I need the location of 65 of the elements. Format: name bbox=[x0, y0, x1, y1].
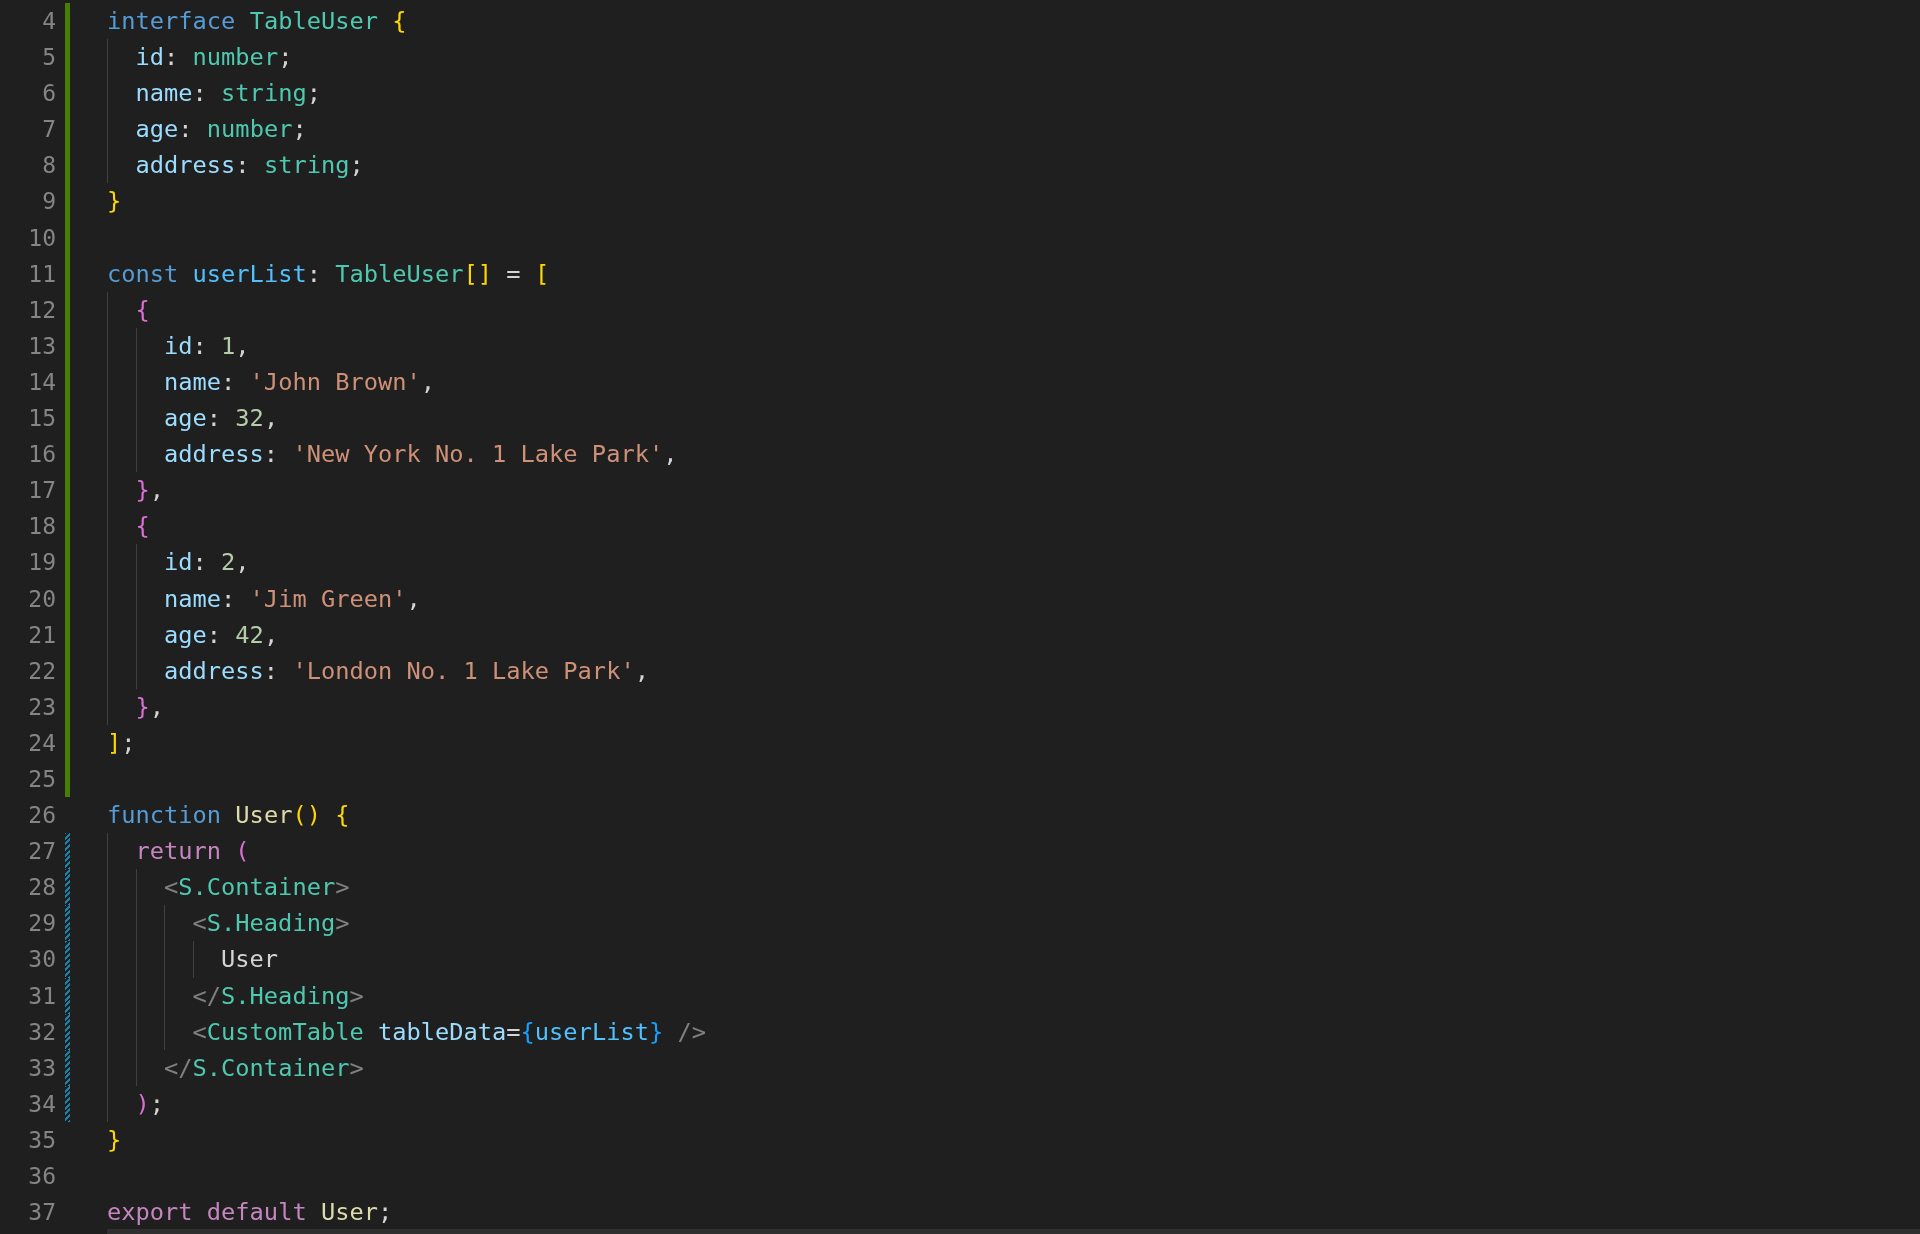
code-line: export default User; bbox=[107, 1197, 393, 1229]
line-number: 29 bbox=[27, 909, 56, 939]
line-number: 22 bbox=[27, 656, 56, 686]
line-number: 28 bbox=[27, 873, 56, 903]
line-number: 25 bbox=[27, 764, 56, 794]
code-line: address: 'London No. 1 Lake Park', bbox=[164, 655, 649, 687]
line-number: 34 bbox=[27, 1089, 56, 1119]
code-line: const userList: TableUser[] = [ bbox=[107, 258, 550, 290]
code-line: id: 2, bbox=[164, 547, 250, 579]
code-line: <S.Container> bbox=[164, 872, 350, 904]
code-line: User bbox=[221, 944, 279, 976]
code-line: name: 'Jim Green', bbox=[164, 583, 421, 615]
line-number: 17 bbox=[27, 476, 56, 506]
code-line: </S.Heading> bbox=[192, 980, 364, 1012]
code-line: interface TableUser { bbox=[107, 6, 407, 37]
line-number: 18 bbox=[27, 512, 56, 542]
code-line: </S.Container> bbox=[164, 1052, 364, 1084]
code-line: }, bbox=[135, 475, 165, 507]
code-line: age: 42, bbox=[164, 619, 279, 651]
line-number: 26 bbox=[27, 801, 56, 831]
code-line: name: 'John Brown', bbox=[164, 366, 435, 398]
line-number: 10 bbox=[27, 223, 56, 253]
code-line: ); bbox=[135, 1088, 165, 1120]
line-number: 14 bbox=[27, 367, 56, 397]
line-number: 8 bbox=[41, 151, 56, 181]
code-line: age: number; bbox=[135, 114, 307, 146]
line-number: 12 bbox=[27, 295, 56, 325]
code-line: ]; bbox=[107, 727, 136, 759]
line-number: 33 bbox=[27, 1053, 56, 1083]
code-line: function User() { bbox=[107, 800, 350, 832]
line-number: 11 bbox=[27, 259, 56, 289]
line-number: 9 bbox=[41, 187, 56, 217]
code-line: id: number; bbox=[135, 42, 293, 74]
code-line: return ( bbox=[135, 836, 250, 868]
line-number: 30 bbox=[27, 945, 56, 975]
code-line: }, bbox=[135, 691, 165, 723]
line-number: 4 bbox=[41, 7, 56, 36]
line-number: 13 bbox=[27, 331, 56, 361]
code-line: age: 32, bbox=[164, 403, 279, 435]
line-number: 16 bbox=[27, 440, 56, 470]
code-line: address: string; bbox=[135, 150, 364, 182]
line-number: 15 bbox=[27, 404, 56, 434]
line-number: 35 bbox=[27, 1125, 56, 1155]
line-number: 27 bbox=[27, 837, 56, 867]
line-number: 32 bbox=[27, 1017, 56, 1047]
code-line: { bbox=[135, 294, 150, 326]
line-number: 20 bbox=[27, 584, 56, 614]
line-number: 24 bbox=[27, 728, 56, 758]
code-line: { bbox=[135, 511, 150, 543]
line-number: 7 bbox=[41, 115, 56, 145]
code-line: id: 1, bbox=[164, 330, 250, 362]
code-line: } bbox=[107, 186, 122, 218]
line-number: 21 bbox=[27, 620, 56, 650]
line-number: 5 bbox=[41, 43, 56, 73]
code-line: <CustomTable tableData={userList} /> bbox=[192, 1016, 706, 1048]
line-number: 23 bbox=[27, 692, 56, 722]
line-number: 6 bbox=[41, 79, 56, 109]
line-number: 37 bbox=[27, 1198, 56, 1228]
line-number: 36 bbox=[27, 1162, 56, 1191]
line-number: 31 bbox=[27, 981, 56, 1011]
code-line: address: 'New York No. 1 Lake Park', bbox=[164, 439, 678, 471]
line-number: 19 bbox=[27, 548, 56, 578]
code-line: <S.Heading> bbox=[192, 908, 350, 940]
code-line: name: string; bbox=[135, 78, 321, 110]
code-line: } bbox=[107, 1124, 122, 1156]
